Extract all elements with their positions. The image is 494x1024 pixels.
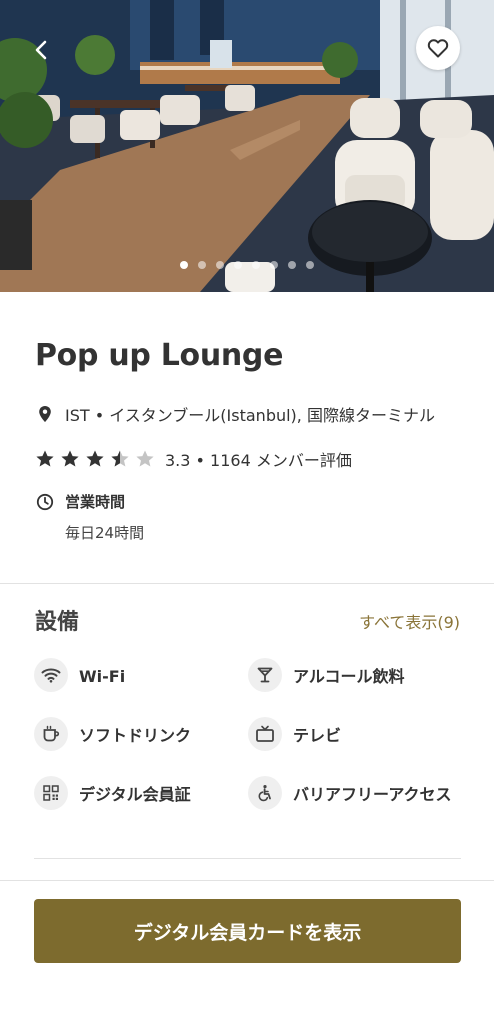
heart-outline-icon: [427, 39, 449, 58]
opening-hours-label: 営業時間: [35, 491, 125, 512]
qr-code-icon: [43, 785, 59, 801]
cocktail-icon: [257, 667, 273, 683]
star-rating: [35, 449, 155, 469]
carousel-dot[interactable]: [252, 261, 260, 269]
carousel-dot[interactable]: [288, 261, 296, 269]
facility-label: テレビ: [293, 726, 342, 745]
hero-image-carousel[interactable]: [0, 0, 494, 292]
location-pin-icon: [39, 406, 51, 422]
location-row: IST • イスタンブール(Istanbul), 国際線ターミナル: [35, 402, 435, 426]
facility-label: バリアフリーアクセス: [293, 785, 452, 804]
facility-item-wifi: Wi-Fi: [34, 658, 249, 692]
star-half-icon: [111, 450, 129, 467]
section-divider: [34, 858, 461, 859]
chevron-left-icon: [35, 40, 47, 60]
carousel-indicator: [0, 261, 494, 269]
carousel-dot[interactable]: [216, 261, 224, 269]
carousel-dot[interactable]: [234, 261, 242, 269]
facility-item-accessible: バリアフリーアクセス: [248, 776, 463, 810]
facility-label: Wi-Fi: [79, 667, 126, 686]
facility-label: デジタル会員証: [79, 785, 191, 804]
carousel-dot[interactable]: [270, 261, 278, 269]
carousel-dot[interactable]: [180, 261, 188, 269]
hours-label-text: 営業時間: [65, 493, 126, 511]
facilities-title: 設備: [35, 610, 80, 635]
wifi-icon: [41, 668, 61, 683]
star-filled-icon: [61, 450, 79, 467]
cup-icon: [43, 725, 60, 742]
section-divider: [0, 583, 494, 584]
star-empty-icon: [136, 450, 154, 467]
facility-item-tv: テレビ: [248, 717, 463, 751]
star-filled-icon: [36, 450, 54, 467]
favorite-button[interactable]: [416, 26, 460, 70]
tv-icon: [256, 725, 274, 742]
rating-row: 3.3 • 1164 メンバー評価: [35, 447, 352, 471]
facility-label: ソフトドリンク: [79, 726, 192, 745]
show-all-facilities-link[interactable]: すべて表示(9): [359, 609, 460, 633]
carousel-dot[interactable]: [198, 261, 206, 269]
facility-item-alcohol: アルコール飲料: [248, 658, 463, 692]
clock-icon: [36, 493, 54, 510]
back-button[interactable]: [22, 30, 62, 70]
rating-text: 3.3 • 1164 メンバー評価: [165, 451, 352, 470]
carousel-dot[interactable]: [306, 261, 314, 269]
location-text: IST • イスタンブール(Istanbul), 国際線ターミナル: [65, 406, 435, 425]
facility-label: アルコール飲料: [293, 667, 405, 686]
opening-hours-value: 毎日24時間: [65, 524, 145, 542]
facility-item-digital-card: デジタル会員証: [34, 776, 249, 810]
star-filled-icon: [86, 450, 104, 467]
lounge-name: Pop up Lounge: [35, 338, 284, 373]
footer-divider: [0, 880, 494, 881]
show-digital-card-button[interactable]: デジタル会員カードを表示: [34, 899, 461, 963]
wheelchair-icon: [258, 785, 271, 802]
facility-item-soft-drink: ソフトドリンク: [34, 717, 249, 751]
